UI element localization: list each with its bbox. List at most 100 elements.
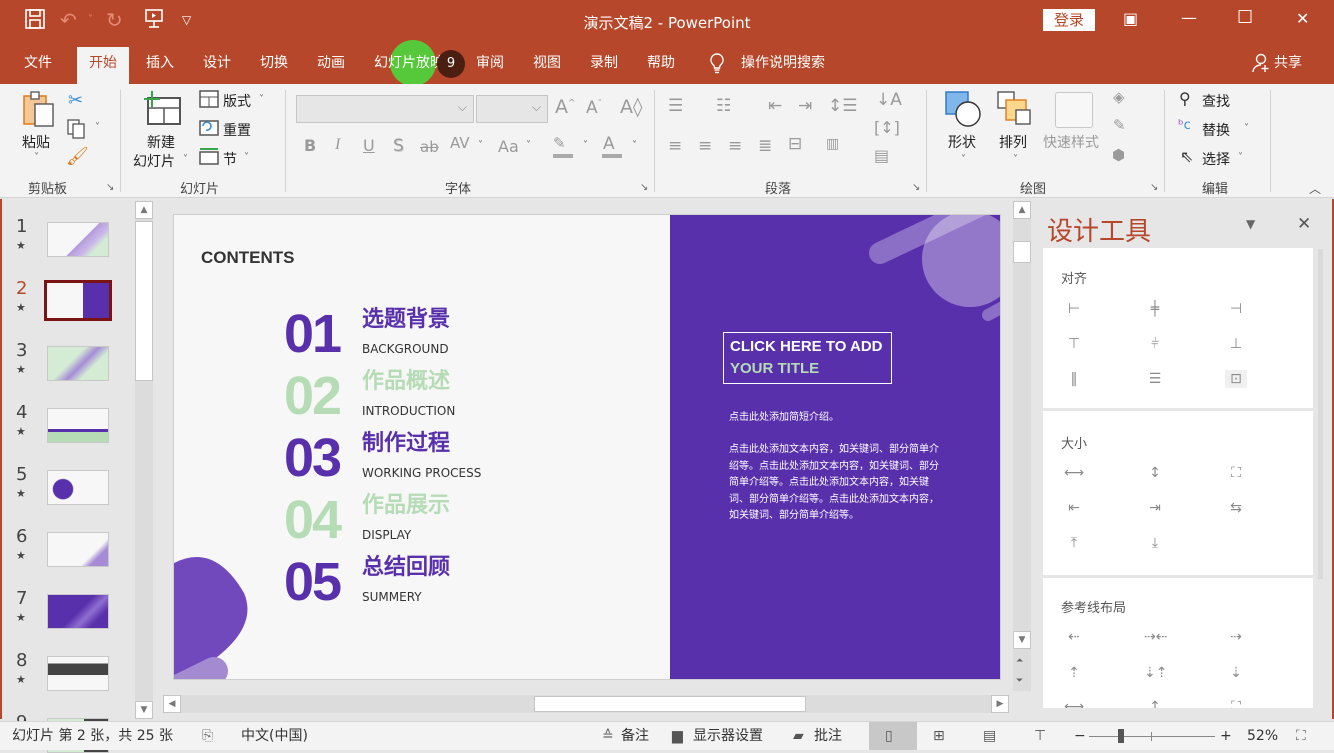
- quick-styles-icon[interactable]: [1055, 92, 1093, 128]
- scroll-thumb[interactable]: [1013, 241, 1031, 263]
- slide-thumbnail[interactable]: [47, 532, 109, 567]
- extend-left-icon[interactable]: ⇤: [1063, 499, 1085, 517]
- new-slide-dropdown-icon[interactable]: ˅: [183, 154, 188, 165]
- display-settings-button[interactable]: 显示器设置: [693, 727, 763, 745]
- decrease-indent-icon[interactable]: ⇤: [768, 96, 782, 116]
- align-top-icon[interactable]: ⊤: [1063, 335, 1085, 353]
- extend-right-icon[interactable]: ⇥: [1144, 499, 1166, 517]
- fit-to-window-icon[interactable]: ⛶: [1296, 727, 1306, 745]
- align-right-icon[interactable]: ⊣: [1225, 300, 1247, 318]
- extend-top-icon[interactable]: ⤒: [1063, 534, 1085, 552]
- shapes-dropdown-icon[interactable]: ˅: [961, 154, 966, 165]
- shape-effects-icon[interactable]: ⬢: [1112, 146, 1125, 164]
- zoom-in-button[interactable]: +: [1220, 727, 1232, 745]
- slide-horizontal-scrollbar[interactable]: ◀ ▶: [163, 695, 1009, 713]
- align-left-icon[interactable]: ≡: [668, 136, 682, 156]
- slide-thumbnail[interactable]: [47, 470, 109, 505]
- login-button[interactable]: 登录: [1043, 9, 1095, 31]
- guide-right-icon[interactable]: ⇢: [1225, 628, 1247, 646]
- pane-scrollbar[interactable]: [1318, 249, 1323, 579]
- layout-button[interactable]: 版式: [223, 91, 251, 111]
- replace-icon[interactable]: ᵇc: [1178, 118, 1191, 133]
- next-slide-button[interactable]: ⏷: [1016, 676, 1023, 686]
- format-painter-icon[interactable]: 🖌: [66, 146, 89, 167]
- copy-icon[interactable]: [66, 118, 88, 144]
- replace-button[interactable]: 替换: [1202, 120, 1230, 140]
- contents-item-title[interactable]: 总结回顾: [362, 555, 450, 581]
- convert-smartart-icon[interactable]: ▤: [874, 146, 889, 165]
- minimize-button[interactable]: —: [1181, 8, 1197, 27]
- contents-item-number[interactable]: 04: [284, 493, 342, 547]
- body-text[interactable]: 点击此处添加文本内容，如关键词、部分简单介绍等。点击此处添加文本内容，如关键词、…: [729, 442, 941, 525]
- tab-help[interactable]: 帮助: [635, 52, 687, 84]
- guide-middle-icon[interactable]: ⇣⇡: [1144, 664, 1167, 682]
- contents-item-subtitle[interactable]: WORKING PROCESS: [362, 466, 481, 480]
- layout-icon[interactable]: [199, 90, 219, 112]
- find-icon[interactable]: ⚲: [1179, 89, 1191, 108]
- shadow-button[interactable]: S: [393, 136, 404, 156]
- align-center-icon[interactable]: ╪: [1144, 300, 1166, 318]
- font-name-select[interactable]: ⌵: [296, 95, 474, 123]
- contents-item-number[interactable]: 03: [284, 431, 342, 485]
- shape-fill-icon[interactable]: ◈: [1113, 88, 1125, 106]
- tab-view[interactable]: 视图: [521, 52, 573, 84]
- pane-options-icon[interactable]: ▼: [1246, 217, 1255, 231]
- swap-icon[interactable]: ⇆: [1225, 499, 1247, 517]
- slide-thumbnail[interactable]: [47, 346, 109, 381]
- drawing-launcher-icon[interactable]: ↘: [1150, 182, 1158, 193]
- new-slide-icon[interactable]: [142, 90, 182, 130]
- change-case-button[interactable]: Aa: [498, 137, 519, 156]
- guide-fill-icon[interactable]: ⛶: [1225, 698, 1247, 708]
- guide-top-icon[interactable]: ⇡: [1063, 664, 1085, 682]
- pane-close-button[interactable]: ✕: [1297, 214, 1311, 234]
- distribute-horizontal-icon[interactable]: ‖: [1063, 370, 1085, 388]
- scroll-thumb[interactable]: [135, 221, 153, 381]
- contents-item-title[interactable]: 作品概述: [362, 369, 450, 395]
- font-color-dropdown-icon[interactable]: ˅: [632, 140, 637, 151]
- align-right-icon[interactable]: ≡: [728, 136, 742, 156]
- cut-icon[interactable]: ✂: [68, 90, 83, 111]
- contents-heading[interactable]: CONTENTS: [201, 248, 295, 268]
- new-slide-label-1[interactable]: 新建: [147, 132, 175, 152]
- scroll-left-button[interactable]: ◀: [163, 695, 181, 713]
- clear-formatting-icon[interactable]: A◊: [620, 96, 642, 118]
- character-spacing-button[interactable]: AV: [450, 134, 470, 152]
- close-button[interactable]: ✕: [1296, 9, 1309, 28]
- collapse-ribbon-icon[interactable]: ︿: [1309, 180, 1321, 197]
- section-icon[interactable]: [199, 147, 219, 169]
- contents-item-number[interactable]: 01: [284, 307, 342, 361]
- scroll-up-button[interactable]: ▲: [135, 201, 153, 219]
- select-cursor-icon[interactable]: ⇖: [1180, 147, 1193, 166]
- guide-height-icon[interactable]: ↕: [1144, 698, 1166, 708]
- tab-home[interactable]: 开始: [77, 47, 129, 84]
- select-dropdown-icon[interactable]: ˅: [1238, 152, 1243, 163]
- bold-button[interactable]: B: [304, 136, 316, 155]
- italic-button[interactable]: I: [335, 136, 340, 154]
- contents-item-title[interactable]: 制作过程: [362, 431, 450, 457]
- contents-item-subtitle[interactable]: BACKGROUND: [362, 342, 449, 356]
- tab-review[interactable]: 审阅: [464, 52, 516, 84]
- accessibility-icon[interactable]: ⎘: [202, 727, 213, 745]
- zoom-level[interactable]: 52%: [1247, 727, 1278, 745]
- underline-button[interactable]: U: [363, 136, 375, 155]
- contents-item-title[interactable]: 选题背景: [362, 307, 450, 333]
- find-button[interactable]: 查找: [1202, 91, 1230, 111]
- align-bottom-icon[interactable]: ⊥: [1225, 335, 1247, 353]
- guide-center-icon[interactable]: ⇢⇠: [1144, 628, 1167, 646]
- distributed-icon[interactable]: ⊟: [788, 134, 802, 154]
- reading-view-icon[interactable]: ▤: [983, 727, 996, 745]
- align-center-icon[interactable]: ≡: [698, 136, 712, 156]
- layout-dropdown-icon[interactable]: ˅: [259, 94, 264, 105]
- scroll-right-button[interactable]: ▶: [991, 695, 1009, 713]
- slide-vertical-scrollbar[interactable]: ▲ ▼ ⏶ ⏷: [1013, 201, 1031, 691]
- notes-button[interactable]: 备注: [621, 727, 649, 745]
- arrange-label[interactable]: 排列: [999, 132, 1027, 152]
- highlight-icon[interactable]: ✎: [553, 134, 566, 152]
- text-direction-icon[interactable]: ↓A: [876, 90, 902, 110]
- case-dropdown-icon[interactable]: ˅: [526, 140, 531, 151]
- reset-button[interactable]: 重置: [223, 120, 251, 140]
- contents-item-subtitle[interactable]: INTRODUCTION: [362, 404, 455, 418]
- increase-indent-icon[interactable]: ⇥: [798, 96, 812, 116]
- font-size-select[interactable]: ⌵: [476, 95, 548, 123]
- share-button[interactable]: 共享: [1262, 52, 1314, 84]
